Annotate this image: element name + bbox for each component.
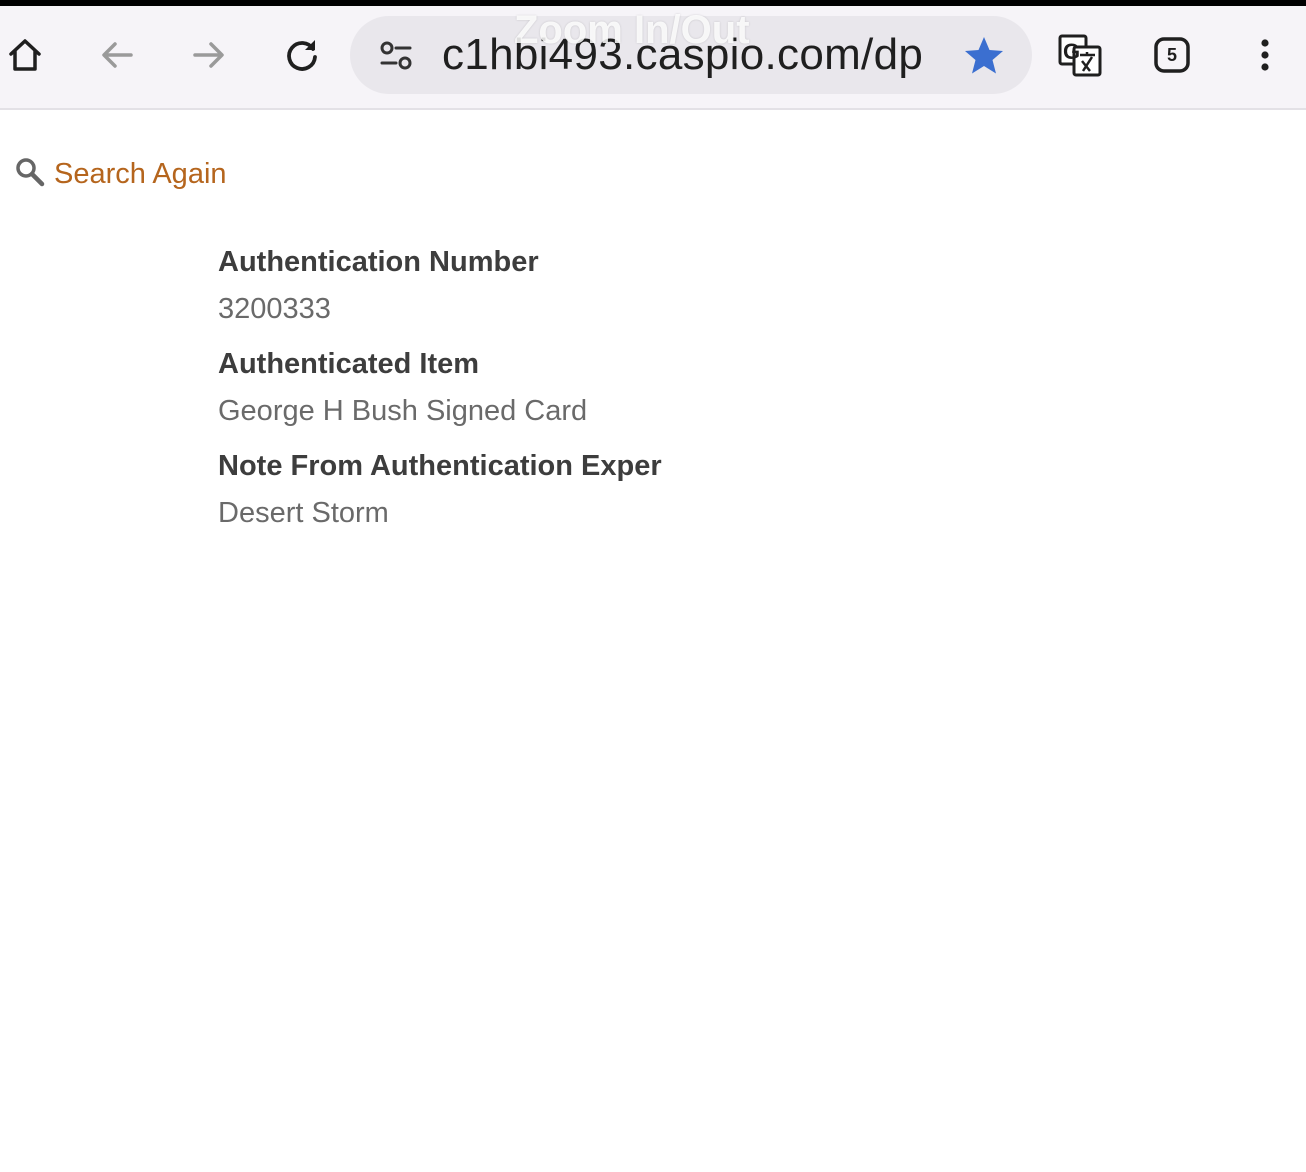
- field-label: Authentication Number: [218, 246, 539, 278]
- search-again-label[interactable]: Search Again: [54, 155, 227, 193]
- back-icon: [97, 35, 137, 75]
- tabs-button[interactable]: 5: [1147, 30, 1197, 80]
- tab-count: 5: [1166, 45, 1177, 65]
- forward-button[interactable]: [184, 30, 234, 80]
- search-icon: [14, 156, 46, 193]
- home-button[interactable]: [0, 30, 50, 80]
- more-menu-icon: [1245, 35, 1285, 75]
- record-details: Authentication Number 3200333 Authentica…: [218, 242, 1118, 548]
- search-again-link[interactable]: Search Again: [14, 155, 227, 193]
- browser-toolbar: c1hbi493.caspio.com/dp Zoom In/Out G 5: [0, 6, 1306, 110]
- field-value: Desert Storm: [218, 497, 389, 529]
- reload-button[interactable]: [277, 30, 327, 80]
- field-authentication-number: Authentication Number 3200333: [218, 242, 1118, 330]
- reload-icon: [282, 35, 322, 75]
- site-settings-icon[interactable]: [376, 36, 416, 76]
- field-expert-note: Note From Authentication Exper Desert St…: [218, 446, 1118, 534]
- field-value: George H Bush Signed Card: [218, 395, 588, 427]
- tabs-icon: 5: [1154, 37, 1190, 73]
- back-button[interactable]: [92, 30, 142, 80]
- field-label: Note From Authentication Exper: [218, 450, 662, 482]
- translate-icon: G: [1057, 33, 1103, 79]
- field-value: 3200333: [218, 293, 331, 325]
- forward-icon: [189, 35, 229, 75]
- bookmark-star-icon[interactable]: [962, 34, 1006, 78]
- translate-button[interactable]: G: [1054, 30, 1106, 82]
- field-authenticated-item: Authenticated Item George H Bush Signed …: [218, 344, 1118, 432]
- more-menu-button[interactable]: [1240, 30, 1290, 80]
- svg-text:G: G: [1063, 39, 1080, 64]
- field-label: Authenticated Item: [218, 348, 480, 380]
- zoom-overlay-text: Zoom In/Out: [514, 8, 750, 52]
- home-icon: [5, 35, 45, 75]
